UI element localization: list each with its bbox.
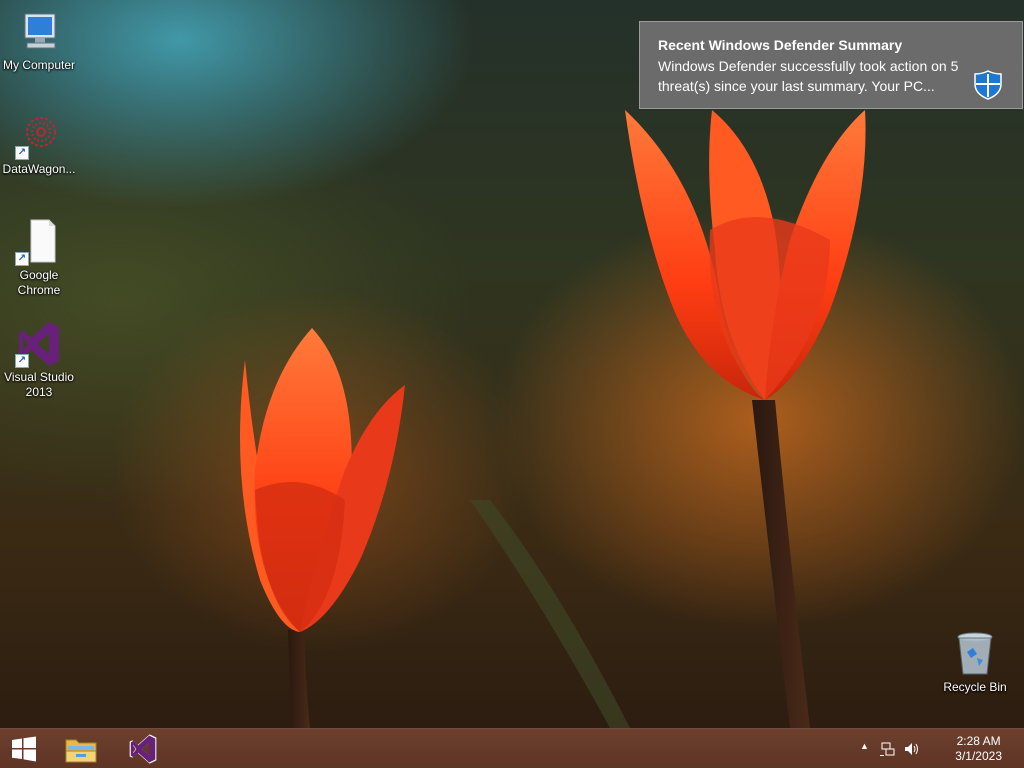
shortcut-arrow-icon: ↗ [15,252,29,266]
shortcut-arrow-icon: ↗ [15,146,29,160]
volume-icon[interactable] [904,741,920,760]
defender-notification-toast[interactable]: Recent Windows Defender Summary Windows … [639,21,1023,109]
network-icon[interactable] [880,741,896,760]
desktop-wallpaper [240,110,866,728]
tulip-right [625,110,866,400]
defender-shield-icon [972,69,1004,101]
desktop-icon-google-chrome[interactable]: ↗ Google Chrome [0,218,78,298]
desktop-icon-label: Visual Studio 2013 [4,370,74,399]
datawagon-icon: ↗ [15,112,63,160]
desktop-icon-datawagon[interactable]: ↗ DataWagon... [0,112,78,177]
computer-icon [15,8,63,56]
notification-title: Recent Windows Defender Summary [658,37,903,53]
clock-time: 2:28 AM [956,734,1001,748]
desktop-icon-visual-studio[interactable]: ↗ Visual Studio 2013 [0,320,78,400]
desktop-icon-recycle-bin[interactable]: Recycle Bin [936,630,1014,695]
taskbar-visual-studio-button[interactable] [120,729,166,768]
desktop-icon-label: My Computer [2,58,76,72]
windows-logo-icon [12,736,36,762]
desktop-icon-label: Recycle Bin [943,680,1007,694]
desktop-icon-label: DataWagon... [2,162,76,176]
visual-studio-icon: ↗ [15,320,63,368]
chrome-icon: ↗ [15,218,63,266]
recycle-bin-icon [951,630,999,678]
shortcut-arrow-icon: ↗ [15,354,29,368]
desktop-icon-my-computer[interactable]: My Computer [0,8,78,73]
file-explorer-icon [65,739,97,763]
clock-date: 3/1/2023 [955,749,1002,763]
tulip-left [240,328,405,632]
visual-studio-icon [129,734,157,764]
notification-body: Windows Defender successfully took actio… [658,58,959,94]
taskbar: ▲ 2:28 AM 3/1/2023 [0,728,1024,768]
desktop-icon-label: Google Chrome [17,268,61,297]
system-tray: ▲ 2:28 AM 3/1/2023 [854,729,1024,768]
start-button[interactable] [0,729,48,768]
show-hidden-icons-button[interactable]: ▲ [860,741,869,751]
taskbar-clock[interactable]: 2:28 AM 3/1/2023 [955,734,1002,764]
taskbar-file-explorer-button[interactable] [58,729,104,768]
